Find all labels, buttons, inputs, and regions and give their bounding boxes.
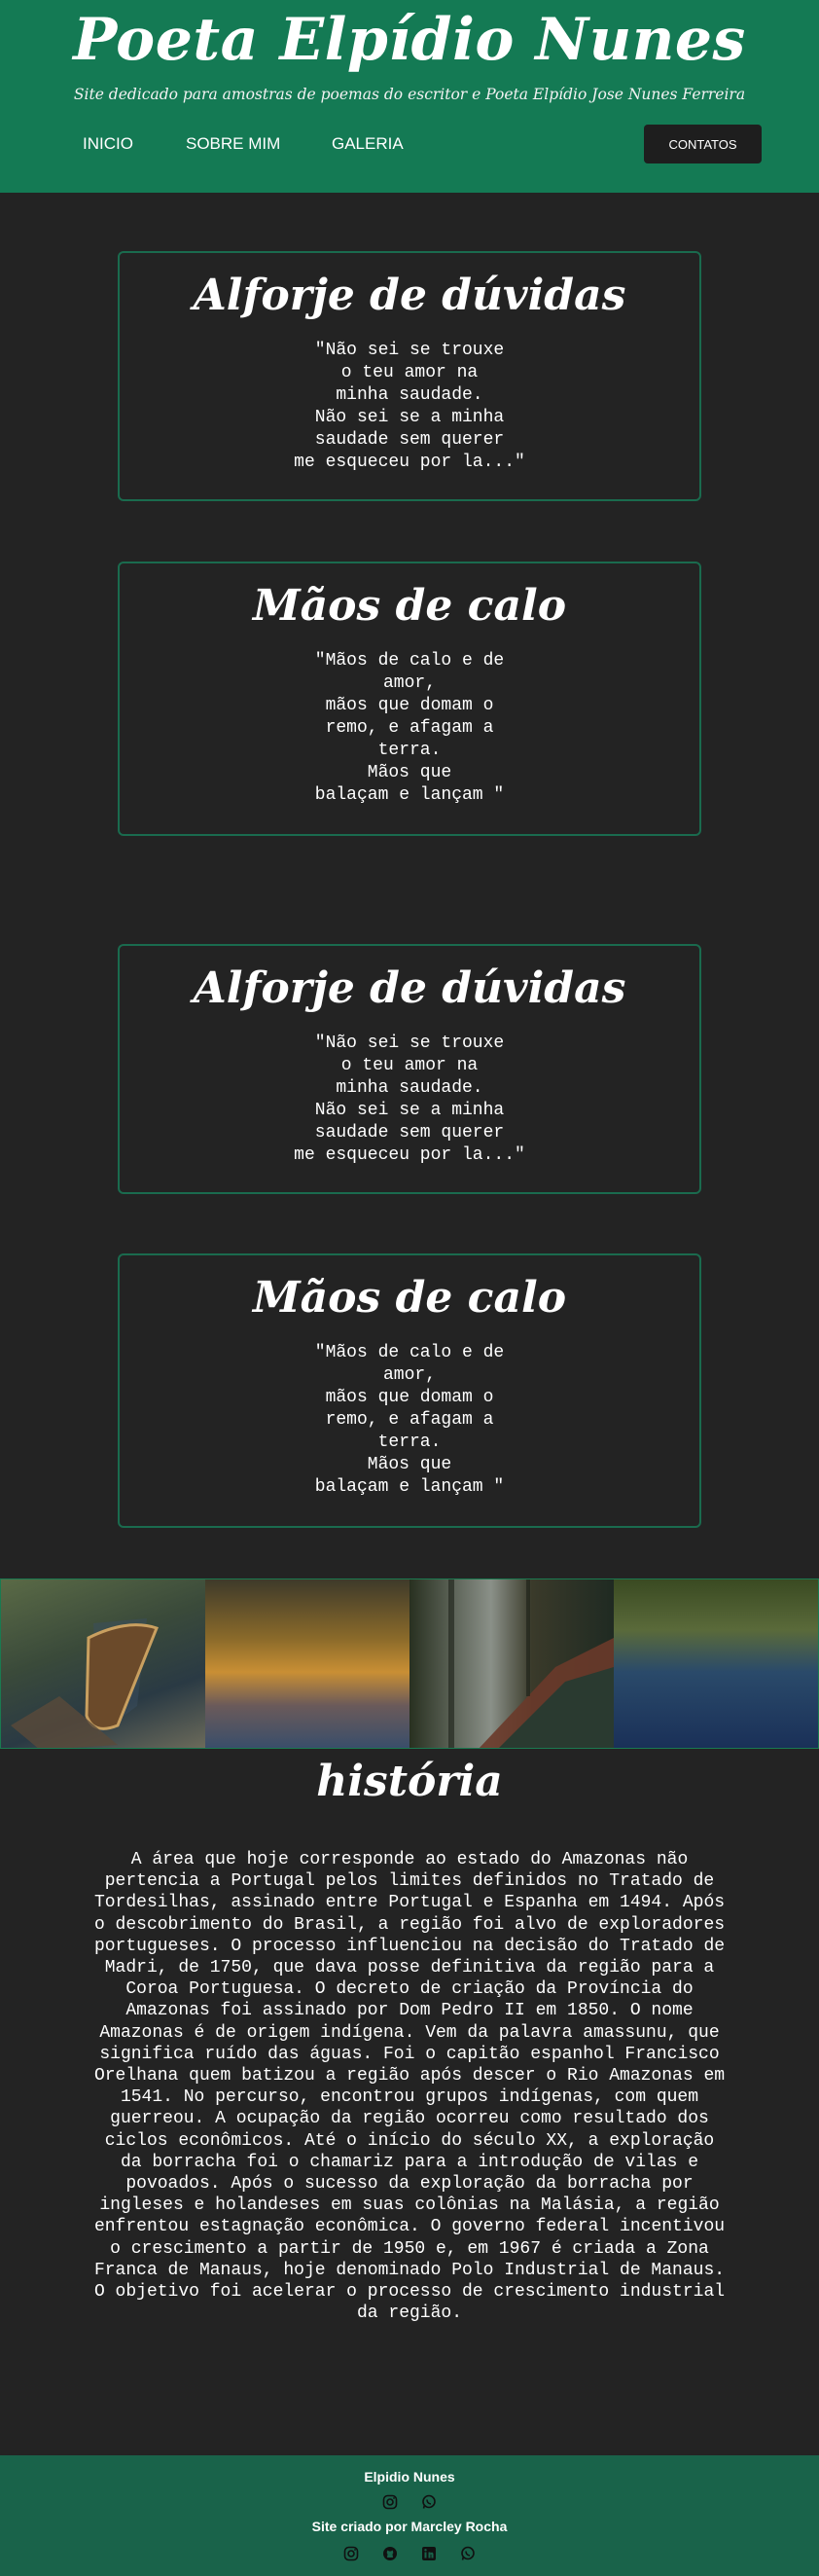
site-title: Poeta Elpídio Nunes [73,6,746,74]
site-footer: Elpidio Nunes Site criado por Marcley Ro… [0,2455,819,2576]
gallery-image-sunset[interactable] [205,1579,410,1748]
footer-credit: Site criado por Marcley Rocha [311,2519,508,2534]
photo-gallery [0,1578,819,1749]
nav-link-inicio[interactable]: INICIO [83,134,133,154]
history-text: A área que hoje corresponde ao estado do… [93,1850,726,2324]
poem-text: "Mãos de calo e de amor, mãos que domam … [314,1343,505,1497]
footer-author-name: Elpidio Nunes [364,2469,455,2485]
poem-title: Alforje de dúvidas [193,963,626,1013]
instagram-icon[interactable] [382,2494,398,2510]
site-subtitle: Site dedicado para amostras de poemas do… [73,86,746,103]
gallery-image-canoe[interactable] [410,1579,614,1748]
whatsapp-icon[interactable] [421,2494,437,2510]
gallery-image-boats[interactable] [1,1579,205,1748]
linkedin-icon[interactable] [421,2546,437,2561]
nav-link-sobre-mim[interactable]: SOBRE MIM [186,134,280,154]
poem-card: Mãos de calo "Mãos de calo e de amor, mã… [118,1253,701,1528]
poem-title: Mãos de calo [252,1273,567,1323]
poem-card: Alforje de dúvidas "Não sei se trouxe o … [118,251,701,501]
poem-title: Alforje de dúvidas [193,271,626,320]
instagram-icon[interactable] [343,2546,359,2561]
site-header: Poeta Elpídio Nunes Site dedicado para a… [0,0,819,193]
main-nav: INICIO SOBRE MIM GALERIA CONTATOS [0,125,819,163]
gallery-image-river[interactable] [614,1579,818,1748]
poem-card: Mãos de calo "Mãos de calo e de amor, mã… [118,562,701,836]
poem-card: Alforje de dúvidas "Não sei se trouxe o … [118,944,701,1194]
creator-social-links [0,2546,819,2561]
nav-link-galeria[interactable]: GALERIA [332,134,404,154]
history-title: história [316,1757,503,1806]
author-social-links [0,2494,819,2510]
poem-text: "Não sei se trouxe o teu amor na minha s… [294,341,525,472]
poem-title: Mãos de calo [252,581,567,631]
poem-text: "Não sei se trouxe o teu amor na minha s… [294,1034,525,1165]
github-icon[interactable] [382,2546,398,2561]
contact-button[interactable]: CONTATOS [644,125,762,163]
poem-text: "Mãos de calo e de amor, mãos que domam … [314,651,505,805]
whatsapp-icon[interactable] [460,2546,476,2561]
